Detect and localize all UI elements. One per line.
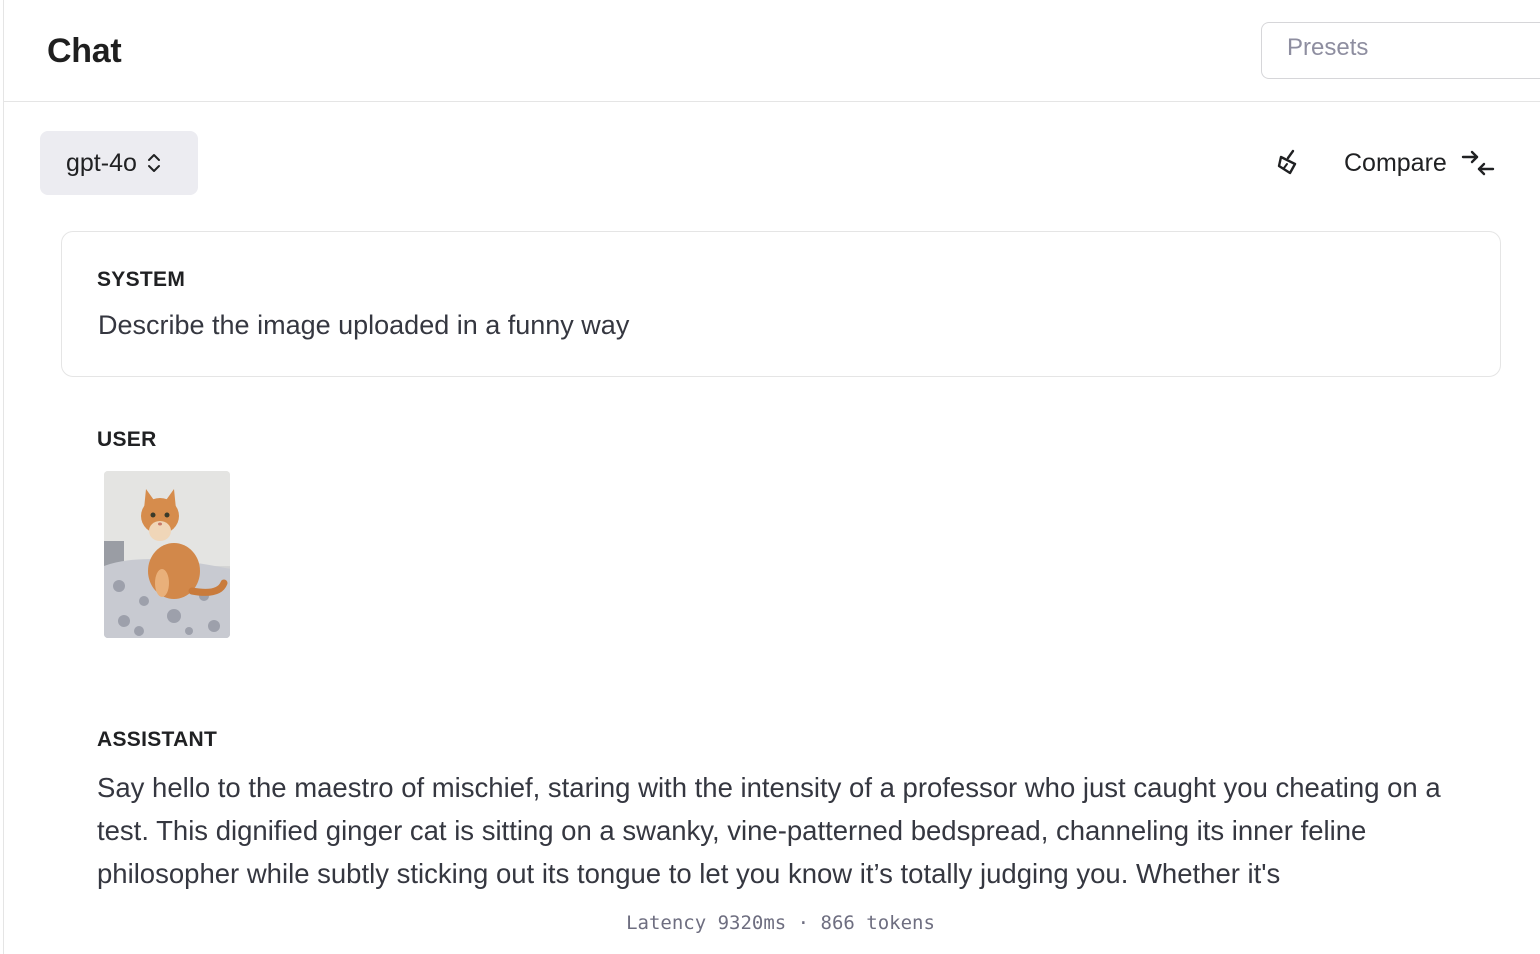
compare-arrows-icon bbox=[1461, 148, 1495, 178]
user-role-label: USER bbox=[97, 428, 157, 451]
chevron-up-down-icon bbox=[147, 152, 161, 174]
broom-icon bbox=[1273, 147, 1303, 182]
assistant-message-text[interactable]: Say hello to the maestro of mischief, st… bbox=[97, 766, 1447, 895]
model-select[interactable]: gpt-4o bbox=[40, 131, 198, 195]
system-message-card[interactable]: SYSTEM Describe the image uploaded in a … bbox=[61, 231, 1501, 377]
assistant-role-label: ASSISTANT bbox=[97, 728, 218, 751]
system-role-label: SYSTEM bbox=[97, 268, 186, 291]
compare-button[interactable]: Compare bbox=[1344, 140, 1495, 186]
presets-select[interactable]: Presets bbox=[1261, 22, 1540, 79]
page-title: Chat bbox=[47, 32, 122, 70]
model-select-label: gpt-4o bbox=[66, 148, 137, 177]
chat-playground: Chat Presets gpt-4o Compare SYSTEM Descr… bbox=[3, 0, 1540, 954]
top-bar: Chat Presets bbox=[4, 0, 1540, 102]
clear-chat-button[interactable] bbox=[1268, 144, 1308, 184]
compare-label: Compare bbox=[1344, 148, 1447, 177]
cat-photo-thumbnail[interactable] bbox=[104, 471, 230, 638]
latency-token-stats: Latency 9320ms · 866 tokens bbox=[626, 912, 935, 934]
system-message-text[interactable]: Describe the image uploaded in a funny w… bbox=[98, 310, 629, 341]
